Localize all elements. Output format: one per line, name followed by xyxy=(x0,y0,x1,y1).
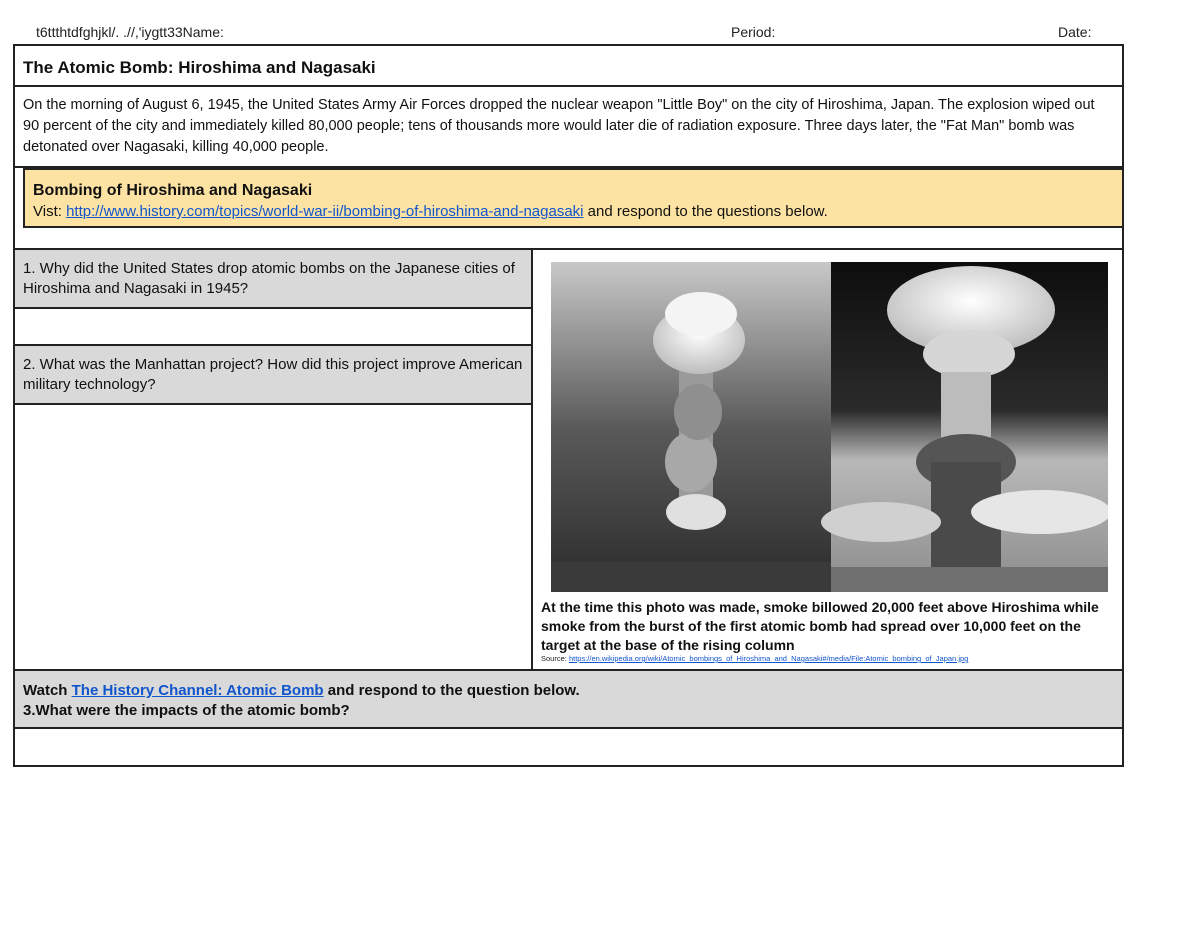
period-label: Period: xyxy=(731,24,776,40)
date-label: Date: xyxy=(1058,24,1092,40)
video-link[interactable]: The History Channel: Atomic Bomb xyxy=(72,682,324,699)
photo-caption: At the time this photo was made, smoke b… xyxy=(541,599,1099,653)
question-1: 1. Why did the United States drop atomic… xyxy=(15,250,531,309)
name-label: t6ttthtdfghjkl/. .//,'iygtt33Name: xyxy=(36,24,224,40)
answer-3-field[interactable] xyxy=(15,729,1122,765)
watch-suffix: and respond to the question below. xyxy=(323,682,580,699)
video-section: Watch The History Channel: Atomic Bomb a… xyxy=(15,671,1122,729)
watch-prefix: Watch xyxy=(23,682,72,699)
figure-column: At the time this photo was made, smoke b… xyxy=(533,250,1122,669)
answer-2-field[interactable] xyxy=(15,405,531,667)
visit-prefix: Vist: xyxy=(33,203,67,220)
questions-section: 1. Why did the United States drop atomic… xyxy=(15,250,1122,671)
intro-paragraph: On the morning of August 6, 1945, the Un… xyxy=(15,87,1122,168)
question-2: 2. What was the Manhattan project? How d… xyxy=(15,346,531,405)
photo-source: Source: https://en.wikipedia.org/wiki/At… xyxy=(541,654,968,663)
question-3: 3.What were the impacts of the atomic bo… xyxy=(23,702,350,719)
activity-heading: Bombing of Hiroshima and Nagasaki xyxy=(33,182,313,199)
history-link[interactable]: http://www.history.com/topics/world-war-… xyxy=(66,203,583,220)
answer-1-field[interactable] xyxy=(15,309,531,346)
source-link[interactable]: https://en.wikipedia.org/wiki/Atomic_bom… xyxy=(569,654,968,663)
activity-section: Bombing of Hiroshima and Nagasaki Vist: … xyxy=(15,168,1124,250)
activity-box: Bombing of Hiroshima and Nagasaki Vist: … xyxy=(23,168,1124,228)
mushroom-cloud-photo xyxy=(551,262,1108,592)
visit-suffix: and respond to the questions below. xyxy=(583,203,828,220)
questions-column: 1. Why did the United States drop atomic… xyxy=(15,250,533,669)
worksheet: The Atomic Bomb: Hiroshima and Nagasaki … xyxy=(13,44,1124,767)
source-prefix: Source: xyxy=(541,654,569,663)
worksheet-title: The Atomic Bomb: Hiroshima and Nagasaki xyxy=(15,46,1122,87)
